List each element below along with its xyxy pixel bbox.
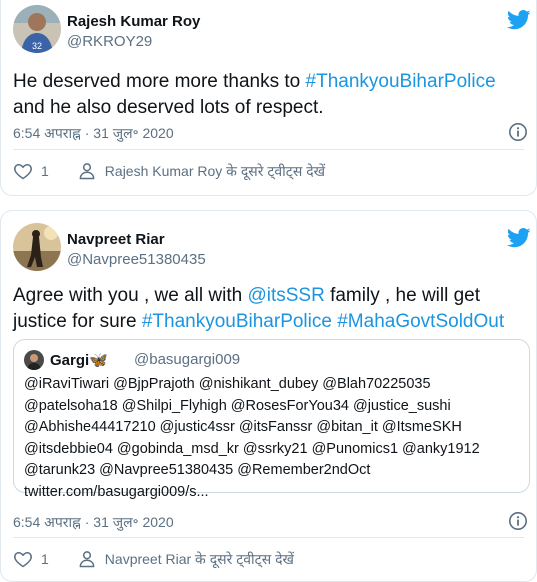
tweet-card: Navpreet Riar @Navpree51380435 Agree wit… (0, 210, 537, 582)
author-handle[interactable]: @RKROY29 (67, 33, 152, 50)
twitter-bird-icon[interactable] (507, 227, 531, 249)
info-icon[interactable] (508, 122, 528, 142)
person-icon (79, 551, 95, 568)
svg-text:32: 32 (32, 41, 42, 51)
avatar[interactable] (13, 223, 61, 271)
person-icon (79, 163, 95, 180)
butterfly-emoji: 🦋 (89, 352, 108, 369)
tweet-card: 32 Rajesh Kumar Roy @RKROY29 He deserved… (0, 0, 537, 196)
hashtag-link[interactable]: #ThankyouBiharPolice (142, 311, 332, 332)
heart-icon[interactable] (13, 549, 33, 569)
tweet-text: Agree with you , we all with @itsSSR fam… (13, 285, 505, 332)
like-count[interactable]: 1 (41, 163, 49, 179)
hashtag-link[interactable]: #MahaGovtSoldOut (337, 311, 504, 332)
quoted-author-name: Gargi🦋 (50, 352, 108, 369)
quoted-avatar (24, 350, 44, 370)
hashtag-link[interactable]: #ThankyouBiharPolice (306, 71, 496, 92)
author-name[interactable]: Rajesh Kumar Roy (67, 13, 200, 30)
like-count[interactable]: 1 (41, 551, 49, 567)
twitter-bird-icon[interactable] (507, 9, 531, 31)
more-tweets-link[interactable]: Navpreet Riar के दूसरे ट्वीट्स देखें (105, 550, 294, 569)
heart-icon[interactable] (13, 161, 33, 181)
author-handle[interactable]: @Navpree51380435 (67, 251, 206, 268)
mention-link[interactable]: @itsSSR (247, 285, 324, 306)
divider (13, 149, 524, 150)
quoted-tweet-text: @iRaviTiwari @BjpPrajoth @nishikant_dube… (24, 376, 480, 500)
tweet-actions: 1 Rajesh Kumar Roy के दूसरे ट्वीट्स देखे… (13, 161, 325, 181)
quoted-author-handle: @basugargi009 (134, 351, 241, 368)
info-icon[interactable] (508, 511, 528, 531)
quoted-tweet[interactable]: Gargi🦋 @basugargi009 @iRaviTiwari @BjpPr… (13, 339, 530, 500)
tweet-text: He deserved more more thanks to #Thankyo… (13, 71, 496, 118)
divider (13, 537, 524, 538)
tweet-timestamp[interactable]: 6:54 अपराह्न · 31 जुल॰ 2020 (13, 124, 174, 143)
more-tweets-link[interactable]: Rajesh Kumar Roy के दूसरे ट्वीट्स देखें (105, 162, 325, 181)
tweet-actions: 1 Navpreet Riar के दूसरे ट्वीट्स देखें (13, 549, 294, 569)
avatar[interactable]: 32 (13, 5, 61, 53)
author-name[interactable]: Navpreet Riar (67, 231, 165, 248)
tweet-timestamp[interactable]: 6:54 अपराह्न · 31 जुल॰ 2020 (13, 513, 174, 532)
